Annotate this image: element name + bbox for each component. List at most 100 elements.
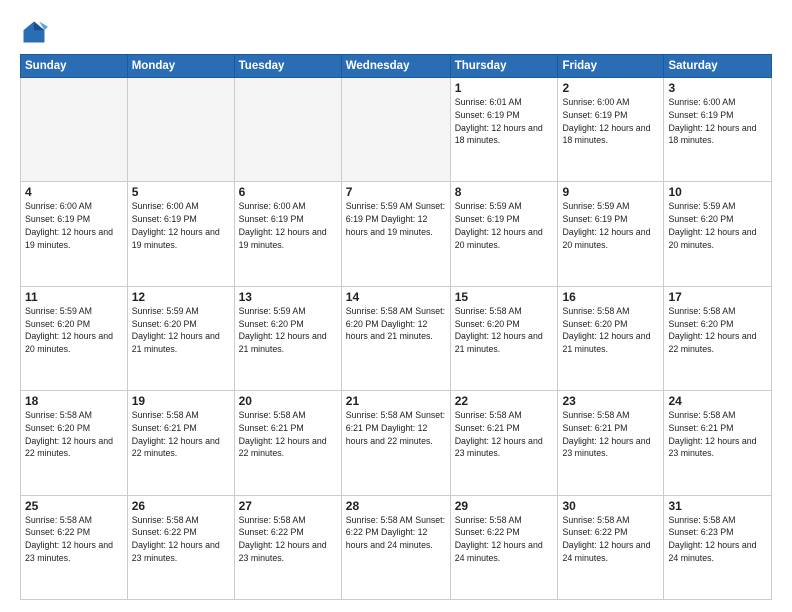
calendar-table: SundayMondayTuesdayWednesdayThursdayFrid… — [20, 54, 772, 600]
day-info: Sunrise: 5:59 AM Sunset: 6:20 PM Dayligh… — [132, 305, 230, 356]
calendar-cell: 26Sunrise: 5:58 AM Sunset: 6:22 PM Dayli… — [127, 495, 234, 599]
day-info: Sunrise: 5:58 AM Sunset: 6:22 PM Dayligh… — [25, 514, 123, 565]
week-row-1: 1Sunrise: 6:01 AM Sunset: 6:19 PM Daylig… — [21, 78, 772, 182]
calendar-cell: 3Sunrise: 6:00 AM Sunset: 6:19 PM Daylig… — [664, 78, 772, 182]
day-number: 31 — [668, 499, 767, 513]
day-info: Sunrise: 5:58 AM Sunset: 6:22 PM Dayligh… — [132, 514, 230, 565]
calendar-cell: 31Sunrise: 5:58 AM Sunset: 6:23 PM Dayli… — [664, 495, 772, 599]
calendar-cell: 10Sunrise: 5:59 AM Sunset: 6:20 PM Dayli… — [664, 182, 772, 286]
calendar-cell: 18Sunrise: 5:58 AM Sunset: 6:20 PM Dayli… — [21, 391, 128, 495]
calendar-cell: 14Sunrise: 5:58 AM Sunset: 6:20 PM Dayli… — [341, 286, 450, 390]
day-number: 4 — [25, 185, 123, 199]
calendar-cell — [21, 78, 128, 182]
day-info: Sunrise: 5:58 AM Sunset: 6:21 PM Dayligh… — [239, 409, 337, 460]
calendar-cell: 30Sunrise: 5:58 AM Sunset: 6:22 PM Dayli… — [558, 495, 664, 599]
calendar-cell: 23Sunrise: 5:58 AM Sunset: 6:21 PM Dayli… — [558, 391, 664, 495]
calendar-cell: 19Sunrise: 5:58 AM Sunset: 6:21 PM Dayli… — [127, 391, 234, 495]
calendar-cell: 8Sunrise: 5:59 AM Sunset: 6:19 PM Daylig… — [450, 182, 558, 286]
day-number: 12 — [132, 290, 230, 304]
day-number: 6 — [239, 185, 337, 199]
week-row-4: 18Sunrise: 5:58 AM Sunset: 6:20 PM Dayli… — [21, 391, 772, 495]
day-info: Sunrise: 5:58 AM Sunset: 6:20 PM Dayligh… — [562, 305, 659, 356]
day-number: 19 — [132, 394, 230, 408]
day-info: Sunrise: 5:58 AM Sunset: 6:21 PM Dayligh… — [455, 409, 554, 460]
day-number: 17 — [668, 290, 767, 304]
calendar-cell: 22Sunrise: 5:58 AM Sunset: 6:21 PM Dayli… — [450, 391, 558, 495]
week-row-2: 4Sunrise: 6:00 AM Sunset: 6:19 PM Daylig… — [21, 182, 772, 286]
calendar-cell: 15Sunrise: 5:58 AM Sunset: 6:20 PM Dayli… — [450, 286, 558, 390]
day-number: 18 — [25, 394, 123, 408]
weekday-header-friday: Friday — [558, 55, 664, 78]
page: SundayMondayTuesdayWednesdayThursdayFrid… — [0, 0, 792, 612]
day-info: Sunrise: 5:58 AM Sunset: 6:23 PM Dayligh… — [668, 514, 767, 565]
calendar-cell: 28Sunrise: 5:58 AM Sunset: 6:22 PM Dayli… — [341, 495, 450, 599]
calendar-cell: 17Sunrise: 5:58 AM Sunset: 6:20 PM Dayli… — [664, 286, 772, 390]
calendar-cell: 11Sunrise: 5:59 AM Sunset: 6:20 PM Dayli… — [21, 286, 128, 390]
day-number: 3 — [668, 81, 767, 95]
day-number: 2 — [562, 81, 659, 95]
day-number: 20 — [239, 394, 337, 408]
calendar-cell: 5Sunrise: 6:00 AM Sunset: 6:19 PM Daylig… — [127, 182, 234, 286]
day-number: 25 — [25, 499, 123, 513]
weekday-header-row: SundayMondayTuesdayWednesdayThursdayFrid… — [21, 55, 772, 78]
calendar-cell — [341, 78, 450, 182]
day-number: 27 — [239, 499, 337, 513]
day-number: 15 — [455, 290, 554, 304]
header — [20, 18, 772, 46]
calendar-cell — [127, 78, 234, 182]
weekday-header-wednesday: Wednesday — [341, 55, 450, 78]
logo — [20, 18, 52, 46]
day-number: 26 — [132, 499, 230, 513]
calendar-cell: 16Sunrise: 5:58 AM Sunset: 6:20 PM Dayli… — [558, 286, 664, 390]
calendar-cell: 25Sunrise: 5:58 AM Sunset: 6:22 PM Dayli… — [21, 495, 128, 599]
day-info: Sunrise: 5:58 AM Sunset: 6:20 PM Dayligh… — [346, 305, 446, 343]
day-info: Sunrise: 5:58 AM Sunset: 6:22 PM Dayligh… — [455, 514, 554, 565]
calendar-cell: 24Sunrise: 5:58 AM Sunset: 6:21 PM Dayli… — [664, 391, 772, 495]
day-number: 28 — [346, 499, 446, 513]
calendar-cell: 1Sunrise: 6:01 AM Sunset: 6:19 PM Daylig… — [450, 78, 558, 182]
day-info: Sunrise: 6:00 AM Sunset: 6:19 PM Dayligh… — [25, 200, 123, 251]
day-number: 8 — [455, 185, 554, 199]
day-info: Sunrise: 5:58 AM Sunset: 6:21 PM Dayligh… — [668, 409, 767, 460]
day-info: Sunrise: 5:59 AM Sunset: 6:20 PM Dayligh… — [25, 305, 123, 356]
day-info: Sunrise: 5:59 AM Sunset: 6:19 PM Dayligh… — [562, 200, 659, 251]
day-info: Sunrise: 6:00 AM Sunset: 6:19 PM Dayligh… — [132, 200, 230, 251]
day-info: Sunrise: 6:00 AM Sunset: 6:19 PM Dayligh… — [239, 200, 337, 251]
calendar-cell: 29Sunrise: 5:58 AM Sunset: 6:22 PM Dayli… — [450, 495, 558, 599]
day-number: 24 — [668, 394, 767, 408]
calendar-cell — [234, 78, 341, 182]
day-number: 5 — [132, 185, 230, 199]
day-info: Sunrise: 5:58 AM Sunset: 6:21 PM Dayligh… — [346, 409, 446, 447]
day-info: Sunrise: 5:58 AM Sunset: 6:22 PM Dayligh… — [562, 514, 659, 565]
day-number: 10 — [668, 185, 767, 199]
day-info: Sunrise: 5:59 AM Sunset: 6:19 PM Dayligh… — [455, 200, 554, 251]
calendar-cell: 20Sunrise: 5:58 AM Sunset: 6:21 PM Dayli… — [234, 391, 341, 495]
day-info: Sunrise: 5:59 AM Sunset: 6:20 PM Dayligh… — [668, 200, 767, 251]
day-number: 16 — [562, 290, 659, 304]
week-row-5: 25Sunrise: 5:58 AM Sunset: 6:22 PM Dayli… — [21, 495, 772, 599]
week-row-3: 11Sunrise: 5:59 AM Sunset: 6:20 PM Dayli… — [21, 286, 772, 390]
day-number: 1 — [455, 81, 554, 95]
day-info: Sunrise: 6:01 AM Sunset: 6:19 PM Dayligh… — [455, 96, 554, 147]
calendar-cell: 7Sunrise: 5:59 AM Sunset: 6:19 PM Daylig… — [341, 182, 450, 286]
day-info: Sunrise: 6:00 AM Sunset: 6:19 PM Dayligh… — [668, 96, 767, 147]
calendar-cell: 27Sunrise: 5:58 AM Sunset: 6:22 PM Dayli… — [234, 495, 341, 599]
calendar-cell: 4Sunrise: 6:00 AM Sunset: 6:19 PM Daylig… — [21, 182, 128, 286]
day-number: 11 — [25, 290, 123, 304]
day-info: Sunrise: 5:59 AM Sunset: 6:20 PM Dayligh… — [239, 305, 337, 356]
day-number: 23 — [562, 394, 659, 408]
day-info: Sunrise: 5:58 AM Sunset: 6:20 PM Dayligh… — [455, 305, 554, 356]
calendar-cell: 6Sunrise: 6:00 AM Sunset: 6:19 PM Daylig… — [234, 182, 341, 286]
day-number: 13 — [239, 290, 337, 304]
weekday-header-thursday: Thursday — [450, 55, 558, 78]
weekday-header-sunday: Sunday — [21, 55, 128, 78]
weekday-header-tuesday: Tuesday — [234, 55, 341, 78]
day-number: 9 — [562, 185, 659, 199]
day-number: 22 — [455, 394, 554, 408]
calendar-cell: 2Sunrise: 6:00 AM Sunset: 6:19 PM Daylig… — [558, 78, 664, 182]
day-info: Sunrise: 5:59 AM Sunset: 6:19 PM Dayligh… — [346, 200, 446, 238]
weekday-header-monday: Monday — [127, 55, 234, 78]
day-info: Sunrise: 5:58 AM Sunset: 6:22 PM Dayligh… — [239, 514, 337, 565]
calendar-cell: 13Sunrise: 5:59 AM Sunset: 6:20 PM Dayli… — [234, 286, 341, 390]
weekday-header-saturday: Saturday — [664, 55, 772, 78]
